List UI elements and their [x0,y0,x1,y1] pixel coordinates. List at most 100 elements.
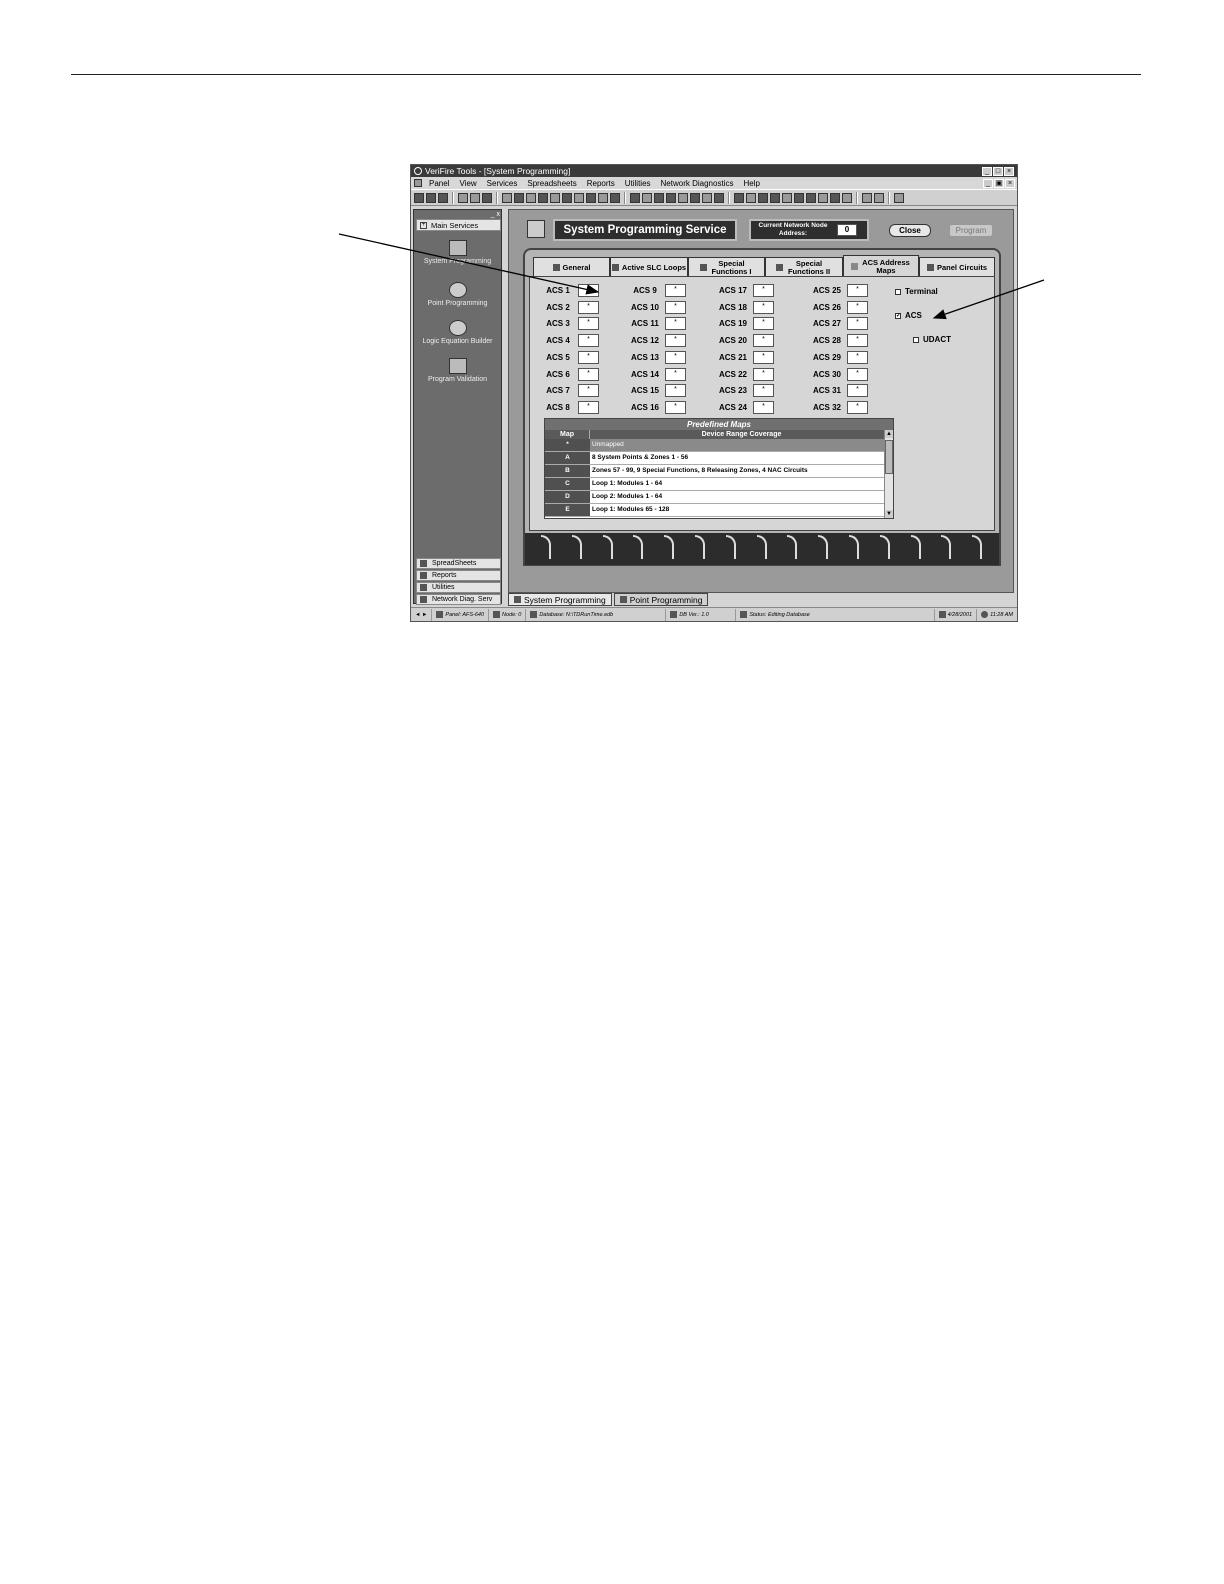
toolbar-button-icon[interactable] [586,192,596,203]
acs-address-field[interactable]: * [753,334,774,348]
tab-general[interactable]: General [533,257,610,277]
child-close-button[interactable]: × [1005,178,1015,188]
scroll-down-icon[interactable]: ▼ [885,510,893,518]
acs-option[interactable]: ✓ ACS [895,311,922,320]
toolbar-button-icon[interactable] [514,192,524,203]
acs-address-field[interactable]: * [847,384,868,398]
acs-address-field[interactable]: * [665,334,686,348]
toolbar-button-icon[interactable] [818,192,828,203]
toolbar-button-icon[interactable] [550,192,560,203]
acs-address-field[interactable]: * [665,300,686,314]
toolbar-button-icon[interactable] [610,192,620,203]
menu-network-diagnostics[interactable]: Network Diagnostics [656,179,739,188]
acs-address-field[interactable]: * [578,300,599,314]
node-address-field[interactable]: 0 [837,224,857,236]
table-row[interactable]: * Unmapped [545,439,893,452]
acs-address-field[interactable]: * [753,384,774,398]
acs-checkbox[interactable]: ✓ [895,312,901,319]
toolbar-button-icon[interactable] [862,192,872,203]
toolbar-button-icon[interactable] [482,192,492,203]
tab-special-functions-1[interactable]: Special Functions I [688,257,765,277]
toolbar-button-icon[interactable] [782,192,792,203]
sidebar-item-point-programming[interactable]: Point Programming [414,282,501,307]
toolbar-button-icon[interactable] [642,192,652,203]
acs-address-field[interactable]: * [665,384,686,398]
close-button[interactable]: Close [889,224,931,237]
menu-panel[interactable]: Panel [424,179,454,188]
table-row[interactable]: D Loop 2: Modules 1 - 64 [545,491,893,504]
acs-address-field[interactable]: * [847,334,868,348]
toolbar-button-icon[interactable] [630,192,640,203]
tab-active-slc-loops[interactable]: Active SLC Loops [610,257,688,277]
sidebar-item-program-validation[interactable]: Program Validation [414,358,501,383]
terminal-option[interactable]: Terminal [895,287,938,296]
toolbar-button-icon[interactable] [666,192,676,203]
acs-address-field[interactable]: * [578,317,599,331]
sidebar-item-logic-equation-builder[interactable]: Logic Equation Builder [414,320,501,345]
menu-spreadsheets[interactable]: Spreadsheets [522,179,581,188]
doc-tab-system-programming[interactable]: System Programming [508,593,612,606]
toolbar-button-icon[interactable] [678,192,688,203]
udact-option[interactable]: UDACT [913,335,951,344]
toolbar-button-icon[interactable] [426,192,436,203]
toolbar-button-icon[interactable] [746,192,756,203]
toolbar-button-icon[interactable] [502,192,512,203]
toolbar-button-icon[interactable] [734,192,744,203]
toolbar-button-icon[interactable] [598,192,608,203]
menu-services[interactable]: Services [482,179,523,188]
acs-address-field[interactable]: * [753,300,774,314]
sidebar-item-system-programming[interactable]: System Programming [414,240,501,265]
menu-reports[interactable]: Reports [582,179,620,188]
toolbar-button-icon[interactable] [758,192,768,203]
acs-address-field[interactable]: * [578,400,599,414]
tab-panel-circuits[interactable]: Panel Circuits [919,257,995,277]
toolbar-button-icon[interactable] [842,192,852,203]
sidebar-bottom-utilities[interactable]: Utilities [416,582,501,593]
acs-address-field[interactable]: * [753,367,774,381]
toolbar-button-icon[interactable] [414,192,424,203]
acs-address-field[interactable]: * [578,384,599,398]
acs-address-field[interactable]: * [753,317,774,331]
sidebar-pin-icon[interactable]: _ x [491,211,500,218]
scroll-up-icon[interactable]: ▲ [885,430,893,438]
sidebar-bottom-reports[interactable]: Reports [416,570,501,581]
acs-address-field[interactable]: * [665,350,686,364]
menu-help[interactable]: Help [738,179,764,188]
table-row[interactable]: E Loop 1: Modules 65 - 128 [545,504,893,517]
toolbar-button-icon[interactable] [538,192,548,203]
acs-address-field[interactable]: * [847,300,868,314]
sidebar-header[interactable]: + Main Services [416,219,501,231]
acs-address-field[interactable]: * [665,317,686,331]
udact-checkbox[interactable] [913,336,919,343]
toolbar-button-icon[interactable] [714,192,724,203]
toolbar-button-icon[interactable] [806,192,816,203]
acs-address-field[interactable]: * [847,284,868,297]
acs-address-field[interactable]: * [578,284,599,297]
toolbar-button-icon[interactable] [574,192,584,203]
toolbar-button-icon[interactable] [470,192,480,203]
toolbar-button-icon[interactable] [690,192,700,203]
tab-special-functions-2[interactable]: Special Functions II [765,257,843,277]
acs-address-field[interactable]: * [665,284,686,297]
acs-address-field[interactable]: * [847,350,868,364]
child-restore-button[interactable]: ▣ [994,178,1004,188]
toolbar-button-icon[interactable] [458,192,468,203]
acs-address-field[interactable]: * [847,367,868,381]
child-minimize-button[interactable]: _ [983,178,993,188]
toolbar-button-icon[interactable] [654,192,664,203]
menu-utilities[interactable]: Utilities [620,179,656,188]
toolbar-button-icon[interactable] [438,192,448,203]
acs-address-field[interactable]: * [665,400,686,414]
maximize-button[interactable]: □ [993,166,1003,176]
table-row[interactable]: A8 System Points & Zones 1 - 56 [545,452,893,465]
toolbar-button-icon[interactable] [526,192,536,203]
acs-address-field[interactable]: * [578,334,599,348]
toolbar-button-icon[interactable] [770,192,780,203]
acs-address-field[interactable]: * [847,400,868,414]
status-nav[interactable]: ◄ ► [411,608,433,621]
acs-address-field[interactable]: * [847,317,868,331]
table-row[interactable]: C Loop 1: Modules 1 - 64 [545,478,893,491]
toolbar-button-icon[interactable] [894,192,904,203]
maps-scrollbar[interactable]: ▲ ▼ [884,430,893,518]
acs-address-field[interactable]: * [578,367,599,381]
